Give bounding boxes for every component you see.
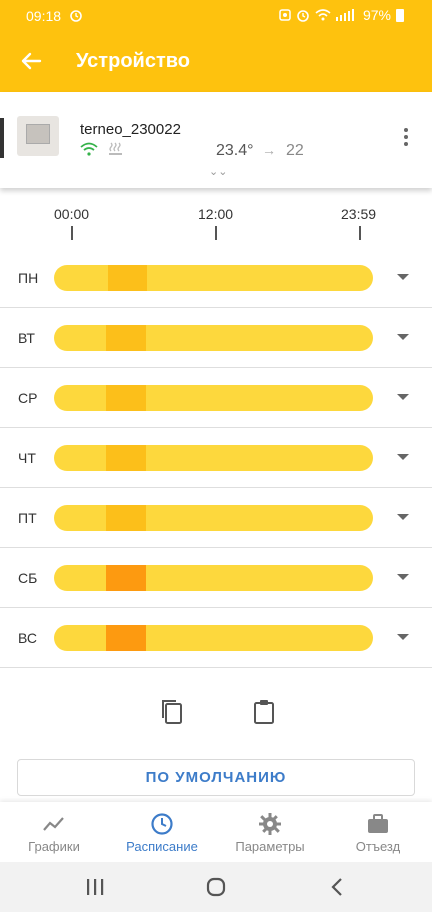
day-label: ПТ xyxy=(18,510,37,526)
nav-item-away[interactable]: Отъезд xyxy=(324,802,432,862)
nav-label: Графики xyxy=(28,839,80,854)
signal-icon xyxy=(335,9,354,21)
day-row-thu[interactable]: ЧТ xyxy=(0,428,432,488)
day-row-sun[interactable]: ВС xyxy=(0,608,432,668)
page-title: Устройство xyxy=(76,50,190,72)
nav-label: Параметры xyxy=(235,839,305,854)
gear-icon xyxy=(259,813,281,835)
arrow-left-icon[interactable] xyxy=(16,46,46,76)
arrow-right-icon: → xyxy=(262,142,276,158)
day-row-tue[interactable]: ВТ xyxy=(0,308,432,368)
day-label: ВТ xyxy=(18,330,35,346)
device-name: terneo_230022 xyxy=(80,121,181,138)
status-right-group: 97% xyxy=(279,7,404,23)
nav-item-charts[interactable]: Графики xyxy=(0,802,108,862)
copy-icon[interactable] xyxy=(160,698,184,726)
schedule-segment[interactable] xyxy=(105,565,146,591)
notification-icon xyxy=(279,9,291,21)
device-card[interactable]: terneo_230022 23.4° → 22 ⌄⌄ xyxy=(0,92,432,188)
nav-item-schedule[interactable]: Расписание xyxy=(108,802,216,862)
status-time: 09:18 xyxy=(26,8,62,24)
chevron-down-icon[interactable] xyxy=(397,574,409,580)
day-label: СР xyxy=(18,390,38,406)
timeline-tick-start xyxy=(71,226,73,240)
chevron-down-icon[interactable] xyxy=(397,514,409,520)
schedule-segment[interactable] xyxy=(105,505,146,531)
timeline-tick-end xyxy=(359,226,361,240)
timeline-mid: 12:00 xyxy=(198,206,234,222)
timeline-header: 00:00 12:00 23:59 xyxy=(0,200,432,248)
back-icon[interactable] xyxy=(325,874,351,900)
schedule-bar[interactable] xyxy=(54,325,373,351)
battery-icon xyxy=(396,8,404,22)
status-bar: 09:18 97% xyxy=(0,0,432,32)
current-temperature: 23.4° xyxy=(216,142,254,159)
day-label: ВС xyxy=(18,630,37,646)
day-row-fri[interactable]: ПТ xyxy=(0,488,432,548)
chevron-down-icon[interactable] xyxy=(397,394,409,400)
schedule-segment[interactable] xyxy=(107,265,148,291)
timeline-end: 23:59 xyxy=(341,206,377,222)
schedule-bar[interactable] xyxy=(54,265,373,291)
chevron-down-icon[interactable] xyxy=(397,334,409,340)
battery-text: 97% xyxy=(362,7,391,23)
heating-icon xyxy=(109,142,122,155)
schedule-segment[interactable] xyxy=(105,385,146,411)
alarm-icon-right xyxy=(297,10,309,22)
schedule-bar[interactable] xyxy=(54,625,373,651)
schedule-bar[interactable] xyxy=(54,505,373,531)
schedule-segment[interactable] xyxy=(105,625,146,651)
schedule-days: ПН ВТ СР ЧТ ПТ СБ ВС xyxy=(0,248,432,668)
bottom-nav: Графики Расписание Параметры Отъезд xyxy=(0,802,432,862)
wifi-icon xyxy=(315,9,331,21)
app-bar: Устройство xyxy=(0,32,432,92)
schedule-tools xyxy=(0,696,432,730)
day-row-sat[interactable]: СБ xyxy=(0,548,432,608)
day-row-mon[interactable]: ПН xyxy=(0,248,432,308)
recents-icon[interactable] xyxy=(82,874,108,900)
nav-label: Расписание xyxy=(126,839,198,854)
default-button[interactable]: ПО УМОЛЧАНИЮ xyxy=(17,759,415,796)
schedule-bar[interactable] xyxy=(54,385,373,411)
expand-chevrons-icon[interactable]: ⌄⌄ xyxy=(209,165,227,178)
day-row-wed[interactable]: СР xyxy=(0,368,432,428)
chevron-down-icon[interactable] xyxy=(397,454,409,460)
chevron-down-icon[interactable] xyxy=(397,274,409,280)
day-label: ПН xyxy=(18,270,39,286)
timeline-tick-mid xyxy=(215,226,217,240)
home-icon[interactable] xyxy=(203,874,229,900)
schedule-segment[interactable] xyxy=(105,445,146,471)
clipboard-icon[interactable] xyxy=(252,698,276,726)
chart-line-icon xyxy=(43,817,64,831)
timeline-start: 00:00 xyxy=(54,206,90,222)
day-label: ЧТ xyxy=(18,450,36,466)
wifi-connected-icon xyxy=(80,142,98,156)
nav-item-parameters[interactable]: Параметры xyxy=(216,802,324,862)
alarm-icon xyxy=(70,10,82,22)
schedule-segment[interactable] xyxy=(105,325,146,351)
device-indicator xyxy=(0,118,4,158)
target-temperature: 22 xyxy=(286,142,304,159)
briefcase-icon xyxy=(368,814,388,833)
schedule-bar[interactable] xyxy=(54,445,373,471)
chevron-down-icon[interactable] xyxy=(397,634,409,640)
device-thumbnail xyxy=(17,116,59,156)
day-label: СБ xyxy=(18,570,38,586)
clock-icon xyxy=(151,813,173,835)
more-vert-icon[interactable] xyxy=(398,128,414,150)
schedule-bar[interactable] xyxy=(54,565,373,591)
nav-label: Отъезд xyxy=(355,839,401,854)
system-nav-bar xyxy=(0,862,432,912)
